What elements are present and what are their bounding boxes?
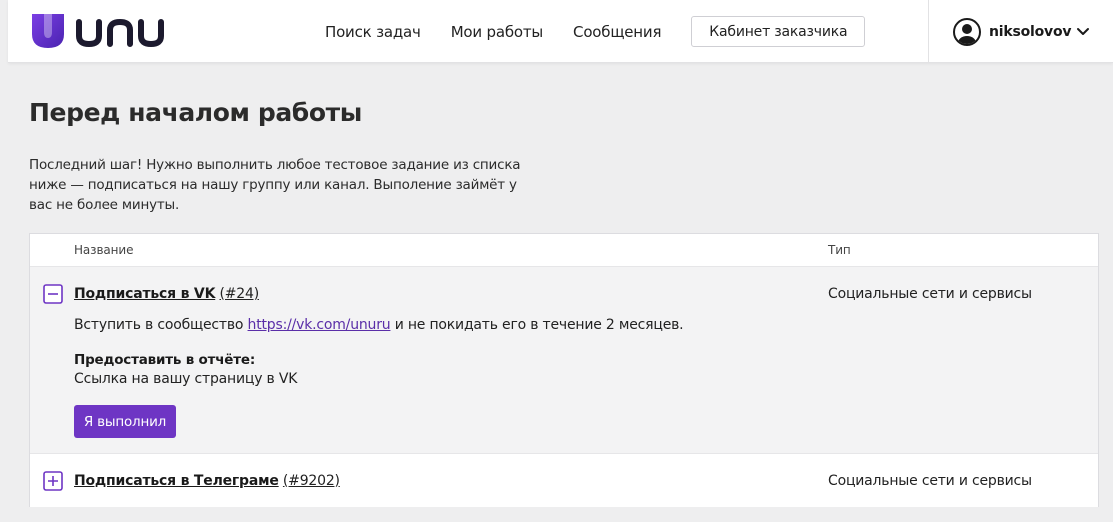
vk-community-link[interactable]: https://vk.com/unuru: [248, 317, 391, 333]
task-description: Вступить в сообщество https://vk.com/unu…: [74, 317, 684, 333]
report-value: Ссылка на вашу страницу в VK: [74, 371, 298, 387]
expand-plus-icon[interactable]: [43, 471, 63, 491]
task-type: Социальные сети и сервисы: [828, 286, 1032, 302]
main-nav: Поиск задач Мои работы Сообщения Кабинет…: [325, 0, 866, 63]
task-title: Подписаться в VK (#24): [74, 286, 259, 302]
nav-task-search[interactable]: Поиск задач: [325, 23, 421, 41]
task-id[interactable]: (#9202): [283, 473, 340, 489]
table-header: Название Тип: [30, 234, 1098, 266]
task-id[interactable]: (#24): [219, 286, 259, 302]
task-title-link[interactable]: Подписаться в VK: [74, 286, 215, 302]
nav-messages[interactable]: Сообщения: [573, 23, 661, 41]
column-header-type: Тип: [828, 243, 851, 257]
done-button[interactable]: Я выполнил: [74, 405, 176, 438]
task-row-vk: Подписаться в VK (#24) Социальные сети и…: [30, 266, 1098, 454]
collapse-minus-icon[interactable]: [43, 284, 63, 304]
column-header-name: Название: [74, 243, 134, 257]
user-avatar-icon: [953, 17, 981, 46]
top-header: Поиск задач Мои работы Сообщения Кабинет…: [8, 0, 1113, 63]
task-title: Подписаться в Телеграме (#9202): [74, 473, 340, 489]
task-row-telegram[interactable]: Подписаться в Телеграме (#9202) Социальн…: [30, 454, 1098, 507]
description-text: Вступить в сообщество: [74, 317, 248, 333]
page-title: Перед началом работы: [29, 98, 362, 127]
unu-logo[interactable]: [30, 12, 170, 52]
description-text-tail: и не покидать его в течение 2 месяцев.: [390, 317, 684, 333]
username: niksolovov: [989, 23, 1072, 40]
user-menu[interactable]: niksolovov: [928, 0, 1113, 63]
tasks-table: Название Тип Подписаться в VK (#24) Соци…: [29, 233, 1099, 507]
chevron-down-icon[interactable]: [1076, 27, 1090, 37]
report-label: Предоставить в отчёте:: [74, 352, 256, 368]
customer-cabinet-button[interactable]: Кабинет заказчика: [691, 16, 866, 47]
intro-text: Последний шаг! Нужно выполнить любое тес…: [29, 157, 521, 213]
task-title-link[interactable]: Подписаться в Телеграме: [74, 473, 279, 489]
task-type: Социальные сети и сервисы: [828, 473, 1032, 489]
nav-my-works[interactable]: Мои работы: [451, 23, 544, 41]
